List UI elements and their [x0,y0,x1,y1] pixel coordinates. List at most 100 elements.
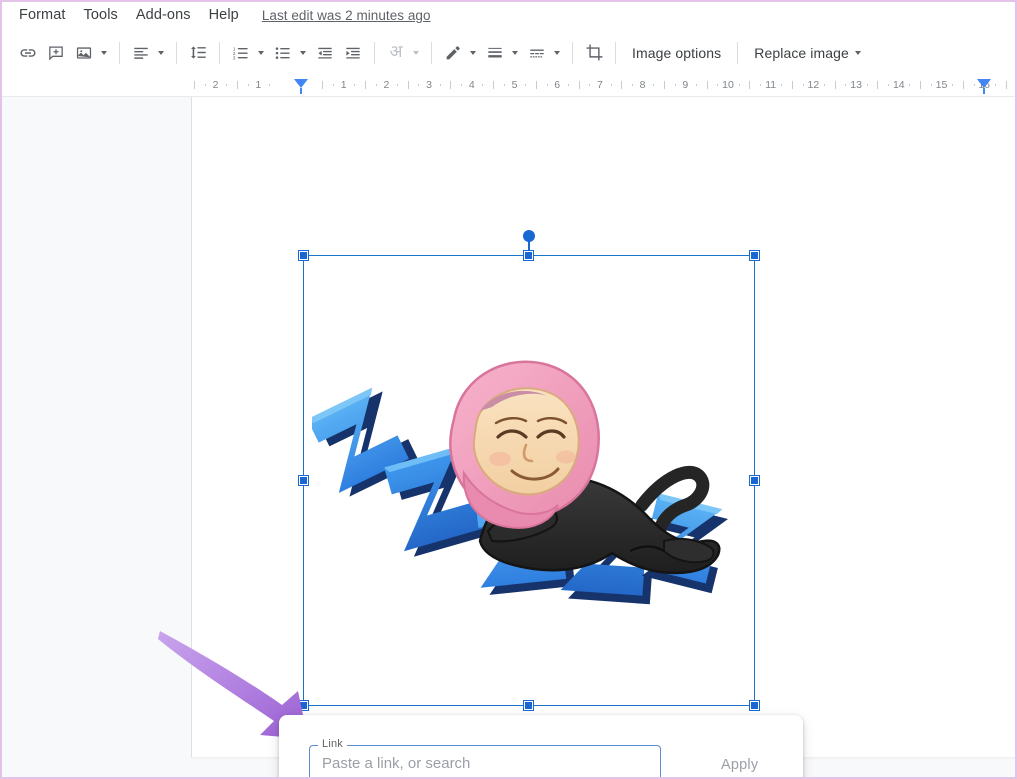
resize-handle-bottom-left[interactable] [299,701,308,710]
image-selection-box[interactable] [299,230,759,710]
ruler-major-tick [621,81,623,89]
insert-image-dropdown-caret[interactable] [97,39,111,67]
replace-image-label: Replace image [754,44,849,61]
resize-handle-bottom-center[interactable] [524,701,533,710]
ruler-number: 8 [639,79,646,91]
menu-item-tools[interactable]: Tools [75,5,127,25]
toolbar-separator [176,41,177,64]
ruler-minor-tick [631,84,633,86]
ruler-major-tick [749,81,751,89]
menu-item-format[interactable]: Format [10,5,75,25]
bulleted-list-icon[interactable] [269,39,297,67]
resize-handle-top-right[interactable] [750,251,759,260]
ruler-minor-tick [525,84,527,86]
svg-text:3: 3 [233,55,236,61]
ruler-minor-tick [695,84,697,86]
border-color-icon[interactable] [439,39,467,67]
ruler-minor-tick [461,84,463,86]
ruler-number: 10 [722,79,734,91]
insert-link-icon[interactable] [14,39,42,67]
ruler-number: 11 [765,79,777,91]
resize-handle-middle-left[interactable] [299,475,308,485]
ruler-minor-tick [268,84,270,86]
ruler-major-tick [1005,81,1007,89]
ruler-major-tick [962,81,964,89]
link-field[interactable]: Link [309,737,661,777]
add-comment-icon[interactable] [42,39,70,67]
ruler-minor-tick [952,84,954,86]
resize-handle-bottom-right[interactable] [750,701,759,710]
image-options-button[interactable]: Image options [623,40,730,66]
decrease-indent-icon[interactable] [311,39,339,67]
ruler-number: 9 [682,79,689,91]
ruler-minor-tick [397,84,399,86]
ruler-minor-tick [866,84,868,86]
menu-item-add-ons[interactable]: Add-ons [127,5,200,25]
ruler[interactable]: 2 1 1 2 3 4 5 6 7 8 9 10 11 12 13 14 15 16 [2,76,1015,97]
ruler-minor-tick [482,84,484,86]
border-dash-dropdown-caret[interactable] [550,39,564,67]
ruler-major-tick [706,81,708,89]
ruler-number: 7 [596,79,603,91]
ruler-major-tick [535,81,537,89]
last-edit-link[interactable]: Last edit was 2 minutes ago [262,8,431,23]
ruler-minor-tick [930,84,932,86]
bulleted-list-dropdown-caret[interactable] [296,39,310,67]
input-tools-dropdown-caret[interactable] [409,39,423,67]
ruler-major-tick [920,81,922,89]
toolbar-separator [615,41,616,64]
ruler-minor-tick [333,84,335,86]
ruler-minor-tick [994,84,996,86]
resize-handle-top-center[interactable] [524,251,533,260]
resize-handle-middle-right[interactable] [750,475,759,485]
ruler-number: 1 [340,79,347,91]
line-spacing-icon[interactable] [184,39,212,67]
insert-image-icon[interactable] [70,39,98,67]
menu-item-help[interactable]: Help [200,5,248,25]
resize-handle-top-left[interactable] [299,251,308,260]
border-dash-icon[interactable] [523,39,551,67]
ruler-minor-tick [845,84,847,86]
ruler-major-tick [365,81,367,89]
ruler-major-tick [663,81,665,89]
toolbar-separator [737,41,739,64]
right-margin-marker[interactable] [977,79,991,88]
align-icon[interactable] [127,39,155,67]
apply-button[interactable]: Apply [703,748,776,778]
insert-link-dialog: Link Apply [279,715,803,777]
increase-indent-icon[interactable] [339,39,367,67]
ruler-number: 1 [255,79,262,91]
ruler-minor-tick [226,84,228,86]
ruler-minor-tick [418,84,420,86]
link-input[interactable] [320,744,650,777]
align-dropdown-caret[interactable] [154,39,168,67]
ruler-minor-tick [439,84,441,86]
left-margin-marker[interactable] [294,79,308,88]
numbered-list-icon[interactable]: 1 2 3 [227,39,255,67]
border-weight-icon[interactable] [481,39,509,67]
ruler-minor-tick [354,84,356,86]
ruler-number: 5 [511,79,518,91]
ruler-major-tick [407,81,409,89]
ruler-number: 4 [468,79,475,91]
rotate-handle[interactable] [523,230,535,242]
ruler-major-tick [450,81,452,89]
border-weight-dropdown-caret[interactable] [508,39,522,67]
ruler-minor-tick [674,84,676,86]
ruler-minor-tick [546,84,548,86]
ruler-minor-tick [247,84,249,86]
toolbar-separator [572,41,573,64]
devanagari-icon[interactable]: अ [382,39,410,67]
toolbar-separator [374,41,375,64]
replace-image-button[interactable]: Replace image [745,40,870,66]
crop-image-icon[interactable] [580,39,608,67]
ruler-minor-tick [503,84,505,86]
replace-image-caret-icon [854,50,861,55]
border-color-dropdown-caret[interactable] [466,39,480,67]
numbered-list-dropdown-caret[interactable] [254,39,268,67]
google-docs-window: Format Tools Add-ons Help Last edit was … [0,0,1017,779]
ruler-major-tick [236,81,238,89]
ruler-major-tick [877,81,879,89]
ruler-minor-tick [610,84,612,86]
ruler-major-tick [578,81,580,89]
